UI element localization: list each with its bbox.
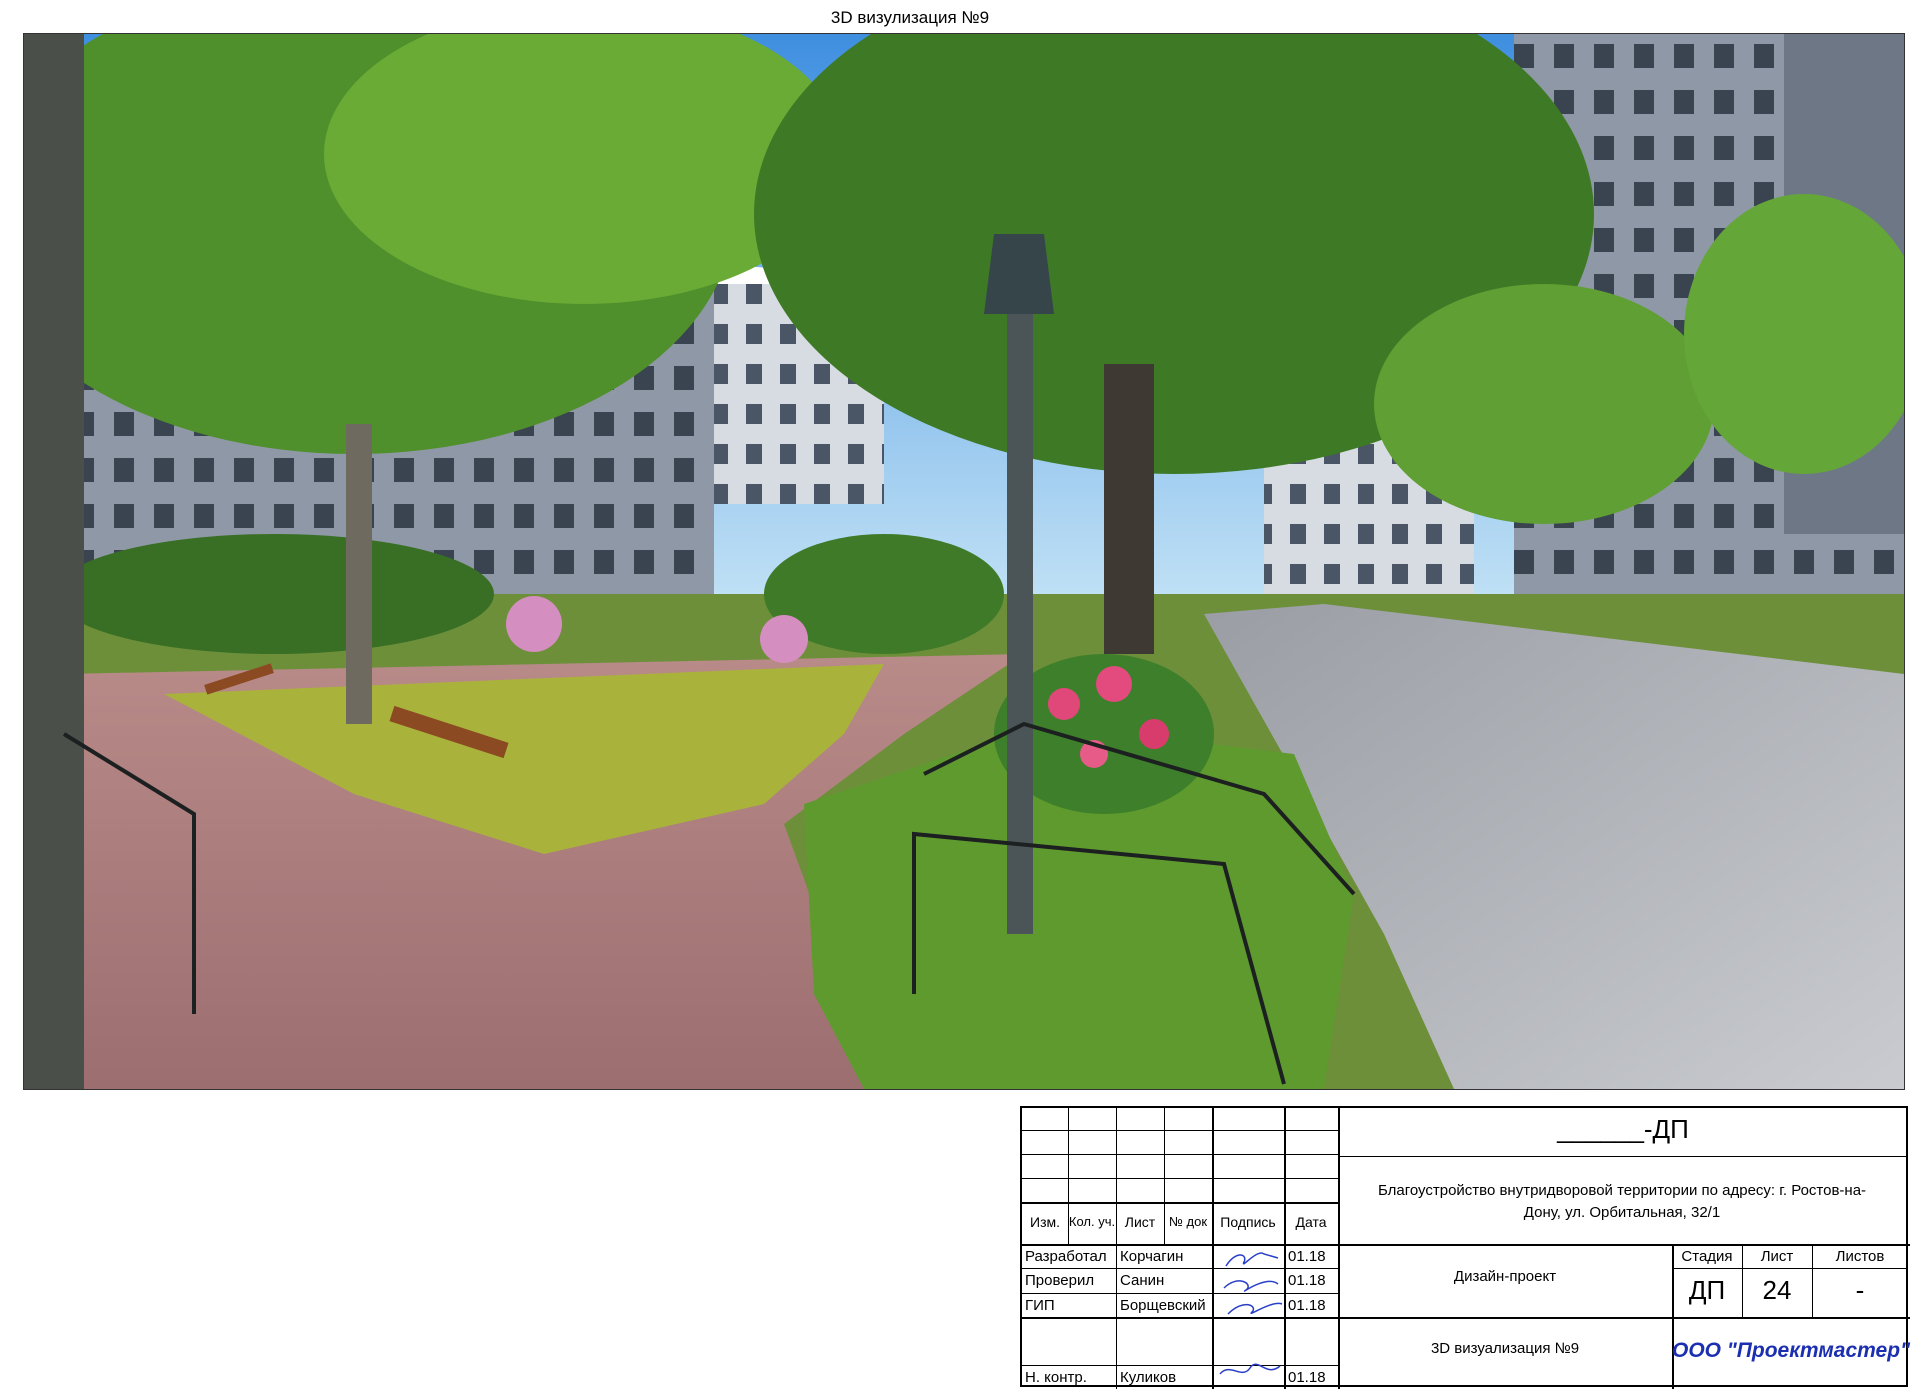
- title-block: Изм. Кол. уч. Лист № док Подпись Дата Ра…: [1020, 1106, 1911, 1389]
- role-developer: Разработал: [1025, 1248, 1107, 1265]
- sheet-number: 24: [1762, 1275, 1792, 1305]
- sheet-header: Лист: [1760, 1248, 1794, 1265]
- date-checker: 01.18: [1288, 1272, 1326, 1289]
- courtyard-visualization-image: [23, 33, 1905, 1090]
- project-type: Дизайн-проект: [1453, 1268, 1557, 1285]
- signatures-graphic: [1223, 1252, 1283, 1315]
- role-checker: Проверил: [1025, 1272, 1095, 1289]
- header-signature: Подпись: [1220, 1214, 1276, 1230]
- name-chief-engineer: Борщевский: [1120, 1297, 1206, 1314]
- stage-header: Стадия: [1681, 1248, 1733, 1265]
- document-code: ______-ДП: [1557, 1114, 1689, 1144]
- date-chief-engineer: 01.18: [1288, 1297, 1326, 1314]
- company-logo-text: ООО "Проектмастер": [1672, 1339, 1911, 1362]
- stage-value: ДП: [1688, 1275, 1726, 1305]
- signature-norm-control: [1219, 1363, 1281, 1375]
- name-norm-control: Куликов: [1120, 1369, 1177, 1386]
- role-norm-control: Н. контр.: [1025, 1369, 1087, 1386]
- sheets-total: -: [1855, 1275, 1865, 1305]
- project-description: Благоустройство внутридворовой территори…: [1377, 1182, 1867, 1221]
- role-chief-engineer: ГИП: [1025, 1297, 1055, 1314]
- date-norm-control: 01.18: [1288, 1369, 1326, 1386]
- name-developer: Корчагин: [1120, 1248, 1184, 1265]
- header-n-dok: № док: [1168, 1214, 1208, 1229]
- header-date: Дата: [1295, 1214, 1327, 1230]
- sheets-header: Листов: [1835, 1248, 1885, 1265]
- header-izm: Изм.: [1030, 1214, 1060, 1230]
- name-checker: Санин: [1120, 1272, 1165, 1289]
- header-kol-uch: Кол. уч.: [1068, 1214, 1116, 1229]
- sheet-title: 3D визулизация №9: [830, 8, 990, 27]
- drawing-name: 3D визуализация №9: [1430, 1340, 1580, 1357]
- date-developer: 01.18: [1288, 1248, 1326, 1265]
- header-list: Лист: [1124, 1214, 1156, 1230]
